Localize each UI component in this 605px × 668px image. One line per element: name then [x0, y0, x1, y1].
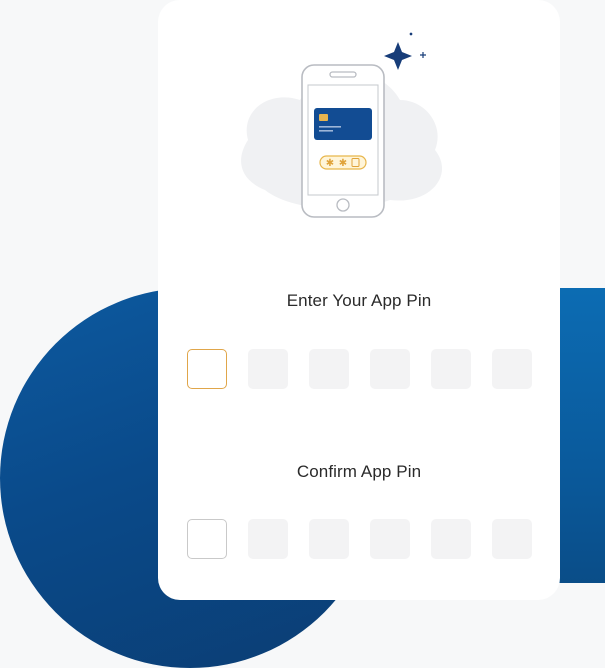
- enter-pin-title: Enter Your App Pin: [286, 291, 432, 310]
- sparkle-icon: [384, 32, 426, 70]
- confirm-pin-title: Confirm App Pin: [296, 462, 422, 481]
- enter-pin-digit-4[interactable]: [370, 349, 410, 389]
- confirm-pin-digit-2[interactable]: [248, 519, 288, 559]
- enter-pin-digit-5[interactable]: [431, 349, 471, 389]
- confirm-pin-digit-5[interactable]: [431, 519, 471, 559]
- svg-text:✱: ✱: [339, 158, 347, 169]
- enter-pin-inputs: [187, 349, 532, 389]
- confirm-pin-digit-3[interactable]: [309, 519, 349, 559]
- confirm-pin-inputs: [187, 519, 532, 559]
- enter-pin-digit-2[interactable]: [248, 349, 288, 389]
- confirm-pin-digit-1[interactable]: [187, 519, 227, 559]
- svg-text:✱: ✱: [326, 158, 334, 169]
- phone-card-pin-icon: ✱ ✱: [241, 32, 443, 218]
- confirm-pin-digit-4[interactable]: [370, 519, 410, 559]
- confirm-pin-digit-6[interactable]: [492, 519, 532, 559]
- enter-pin-digit-6[interactable]: [492, 349, 532, 389]
- enter-pin-digit-3[interactable]: [309, 349, 349, 389]
- enter-pin-digit-1[interactable]: [187, 349, 227, 389]
